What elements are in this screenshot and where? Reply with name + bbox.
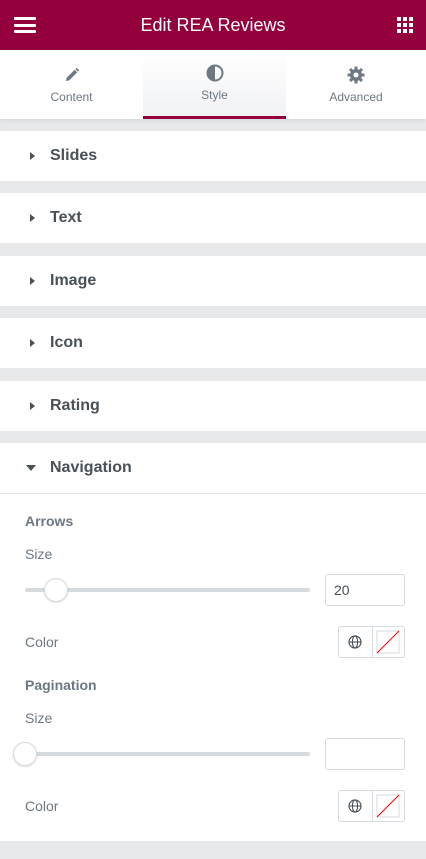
globe-icon[interactable] bbox=[339, 791, 373, 821]
pagination-size-input[interactable] bbox=[325, 738, 405, 770]
navigation-panel: Arrows Size Color Pagination Size Color bbox=[0, 493, 426, 841]
arrows-color-swatch[interactable] bbox=[373, 627, 405, 657]
pagination-size-slider-handle[interactable] bbox=[14, 743, 36, 765]
section-title: Navigation bbox=[50, 459, 132, 476]
pagination-color-label: Color bbox=[25, 798, 59, 814]
pagination-size-label: Size bbox=[25, 710, 53, 726]
section-navigation[interactable]: Navigation bbox=[0, 443, 426, 493]
arrows-size-input[interactable] bbox=[325, 574, 405, 606]
tab-content-label: Content bbox=[50, 89, 93, 104]
section-title: Rating bbox=[50, 397, 100, 414]
section-title: Image bbox=[50, 272, 97, 289]
grid-apps-icon[interactable] bbox=[397, 17, 413, 33]
arrows-size-slider-handle[interactable] bbox=[45, 579, 67, 601]
section-rating[interactable]: Rating bbox=[0, 381, 426, 431]
hamburger-menu-icon[interactable] bbox=[14, 16, 36, 34]
arrows-color-label: Color bbox=[25, 634, 59, 650]
tab-style-label: Style bbox=[201, 88, 228, 102]
tab-advanced[interactable]: Advanced bbox=[286, 50, 426, 119]
tab-style[interactable]: Style bbox=[143, 50, 286, 119]
gear-icon bbox=[347, 66, 365, 84]
section-text[interactable]: Text bbox=[0, 193, 426, 243]
pencil-icon bbox=[63, 66, 81, 84]
arrows-size-label: Size bbox=[25, 546, 53, 562]
caret-right-icon bbox=[30, 152, 35, 160]
arrows-size-slider[interactable] bbox=[25, 588, 310, 592]
section-title: Icon bbox=[50, 334, 83, 351]
contrast-icon bbox=[206, 64, 224, 82]
pagination-color-control bbox=[338, 790, 405, 822]
caret-right-icon bbox=[30, 339, 35, 347]
section-title: Slides bbox=[50, 147, 98, 164]
panel-tabs: Content Style Advanced bbox=[0, 50, 426, 119]
pagination-heading: Pagination bbox=[25, 677, 97, 693]
tab-advanced-label: Advanced bbox=[329, 89, 383, 104]
section-icon[interactable]: Icon bbox=[0, 318, 426, 368]
caret-right-icon bbox=[30, 214, 35, 222]
globe-icon[interactable] bbox=[339, 627, 373, 657]
caret-right-icon bbox=[30, 402, 35, 410]
caret-down-icon bbox=[26, 465, 36, 471]
editor-header: Edit REA Reviews bbox=[0, 0, 426, 50]
section-title: Text bbox=[50, 209, 82, 226]
section-image[interactable]: Image bbox=[0, 256, 426, 306]
pagination-size-slider[interactable] bbox=[25, 752, 310, 756]
caret-right-icon bbox=[30, 277, 35, 285]
page-title: Edit REA Reviews bbox=[140, 14, 286, 35]
arrows-color-control bbox=[338, 626, 405, 658]
arrows-heading: Arrows bbox=[25, 513, 74, 529]
section-slides[interactable]: Slides bbox=[0, 131, 426, 181]
tab-content[interactable]: Content bbox=[0, 50, 143, 119]
pagination-color-swatch[interactable] bbox=[373, 791, 405, 821]
